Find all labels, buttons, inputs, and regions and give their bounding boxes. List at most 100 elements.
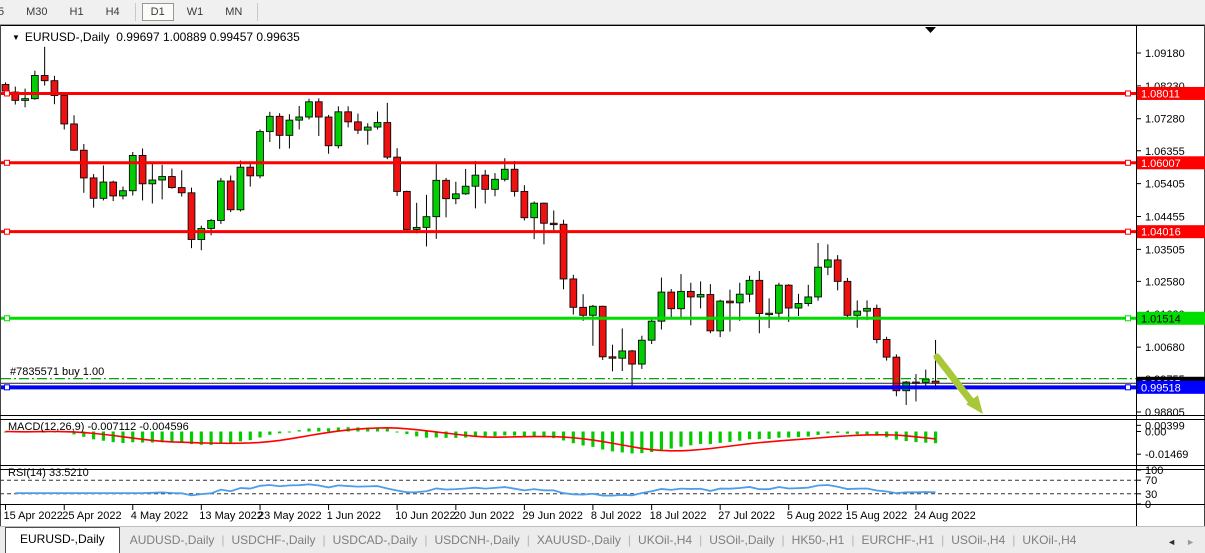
candle-body <box>247 167 254 176</box>
candle-body <box>648 321 655 340</box>
period-button-H4[interactable]: H4 <box>97 3 129 21</box>
line-drag-handle[interactable] <box>5 316 10 321</box>
period-button-5[interactable]: 5 <box>0 3 13 21</box>
level-price-label: 1.06007 <box>1141 158 1181 170</box>
price-chart[interactable]: 1.091801.082301.072801.063551.054051.044… <box>0 0 1205 553</box>
candle-body <box>335 112 342 146</box>
candle-body <box>668 292 675 309</box>
period-button-M30[interactable]: M30 <box>17 3 56 21</box>
candle-body <box>208 220 215 228</box>
tab-USOil-Daily[interactable]: USOil-,Daily <box>703 529 780 553</box>
candle-body <box>521 191 528 217</box>
period-button-W1[interactable]: W1 <box>178 3 213 21</box>
candle-body <box>687 291 694 297</box>
candle-body <box>873 308 880 339</box>
tab-scroll-right-icon[interactable]: ► <box>1186 537 1195 547</box>
tab-USDCNH-Daily[interactable]: USDCNH-,Daily <box>428 529 525 553</box>
candle-body <box>609 357 616 358</box>
candle-body <box>315 102 322 117</box>
candle-body <box>854 311 861 315</box>
price-axis-tick-label: 1.05405 <box>1145 179 1185 191</box>
candle-body <box>90 178 97 198</box>
tab-UKOil-H4[interactable]: UKOil-,H4 <box>1016 529 1082 553</box>
tab-XAUUSD-Daily[interactable]: XAUUSD-,Daily <box>531 529 627 553</box>
candle-body <box>824 260 831 267</box>
candle-body <box>41 75 48 80</box>
candle-body <box>472 175 479 186</box>
tab-USDCHF-Daily[interactable]: USDCHF-,Daily <box>226 529 322 553</box>
date-axis-label: 25 Apr 2022 <box>62 510 121 522</box>
tab-USOil-H4[interactable]: USOil-,H4 <box>945 529 1011 553</box>
candle-body <box>286 120 293 135</box>
candle-body <box>697 295 704 297</box>
macd-axis-label: 0.00 <box>1145 427 1166 439</box>
candle-body <box>717 301 724 331</box>
line-drag-handle[interactable] <box>1126 229 1131 234</box>
price-axis-tick-label: 1.09180 <box>1145 48 1185 60</box>
candle-body <box>139 155 146 183</box>
candle-body <box>756 280 763 313</box>
period-button-D1[interactable]: D1 <box>142 3 174 21</box>
candle-body <box>257 132 264 176</box>
candle-body <box>599 306 606 357</box>
candle-body <box>922 379 929 382</box>
line-drag-handle[interactable] <box>5 91 10 96</box>
candle-body <box>296 117 303 120</box>
tab-HK50-H1[interactable]: HK50-,H1 <box>786 529 851 553</box>
period-button-MN[interactable]: MN <box>216 3 251 21</box>
candle-body <box>237 167 244 210</box>
line-drag-handle[interactable] <box>1126 316 1131 321</box>
candle-body <box>149 180 156 184</box>
level-price-label: 1.01514 <box>1141 313 1181 325</box>
candle-body <box>345 112 352 122</box>
price-axis-tick-label: 1.06355 <box>1145 146 1185 158</box>
date-axis-label: 15 Aug 2022 <box>845 510 907 522</box>
tab-AUDUSD-Daily[interactable]: AUDUSD-,Daily <box>124 529 221 553</box>
tab-EURCHF-H1[interactable]: EURCHF-,H1 <box>855 529 940 553</box>
candle-body <box>266 116 273 131</box>
date-axis-label: 27 Jul 2022 <box>718 510 775 522</box>
tab-UKOil-H4[interactable]: UKOil-,H4 <box>632 529 698 553</box>
candle-body <box>550 223 557 224</box>
rsi-axis-label: 0 <box>1145 499 1151 511</box>
price-axis-tick-label: 1.02580 <box>1145 276 1185 288</box>
tab-EURUSD-Daily[interactable]: EURUSD-,Daily <box>5 527 120 553</box>
candle-body <box>864 308 871 311</box>
line-drag-handle[interactable] <box>5 385 10 390</box>
date-axis-label: 23 May 2022 <box>258 510 322 522</box>
price-axis-tick-label: 0.98805 <box>1145 407 1185 419</box>
date-axis-label: 24 Aug 2022 <box>914 510 976 522</box>
line-drag-handle[interactable] <box>1126 160 1131 165</box>
candle-body <box>325 117 332 146</box>
price-axis-tick-label: 1.03505 <box>1145 244 1185 256</box>
date-axis-label: 10 Jun 2022 <box>395 510 456 522</box>
tab-USDCAD-Daily[interactable]: USDCAD-,Daily <box>327 529 424 553</box>
candle-body <box>482 175 489 189</box>
level-price-label: 1.08011 <box>1141 88 1180 100</box>
candle-body <box>638 340 645 364</box>
period-button-H1[interactable]: H1 <box>61 3 93 21</box>
candle-body <box>541 203 548 223</box>
tab-scroll-left-icon[interactable]: ◄ <box>1167 537 1176 547</box>
candle-body <box>31 75 38 98</box>
candle-body <box>443 180 450 198</box>
line-drag-handle[interactable] <box>5 160 10 165</box>
candle-body <box>531 203 538 218</box>
date-axis-label: 13 May 2022 <box>199 510 263 522</box>
candle-body <box>403 191 410 229</box>
candle-body <box>736 294 743 303</box>
line-drag-handle[interactable] <box>5 229 10 234</box>
candle-body <box>785 285 792 308</box>
symbol-tab-bar: EURUSD-,DailyAUDUSD-,Daily|USDCHF-,Daily… <box>0 526 1205 553</box>
candle-body <box>570 279 577 307</box>
candle-body <box>217 181 224 220</box>
candle-body <box>452 194 459 199</box>
price-axis-tick-label: 1.07280 <box>1145 114 1185 126</box>
candle-body <box>22 99 29 101</box>
date-axis-label: 18 Jul 2022 <box>650 510 707 522</box>
candle-body <box>629 351 636 364</box>
date-axis-label: 15 Apr 2022 <box>4 510 63 522</box>
line-drag-handle[interactable] <box>1126 385 1131 390</box>
candle-body <box>815 267 822 297</box>
line-drag-handle[interactable] <box>1126 91 1131 96</box>
